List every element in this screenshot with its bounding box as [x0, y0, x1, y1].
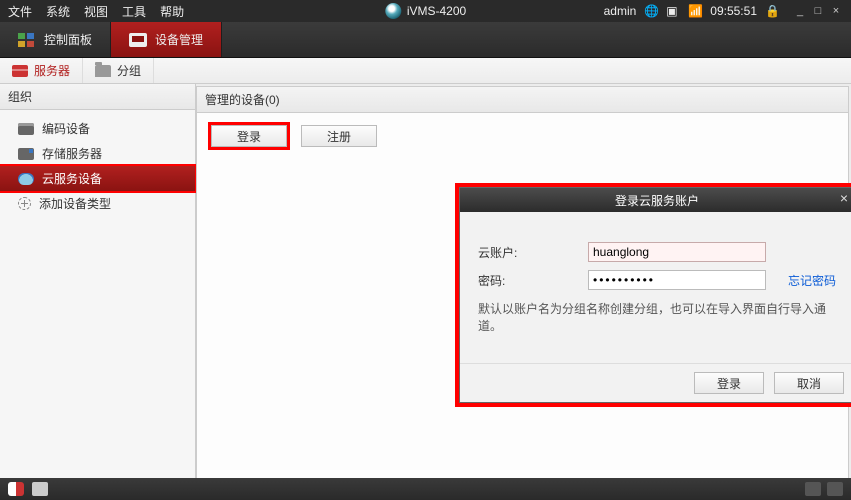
sidebar-item-encoding-device[interactable]: 编码设备: [0, 116, 195, 141]
status-icon-1[interactable]: [805, 482, 821, 496]
dialog-titlebar: 登录云服务账户 ×: [460, 188, 851, 212]
main-panel: 管理的设备(0) 登录 注册 登录云服务账户 × 云账户: 密码:: [196, 86, 849, 498]
tab-label: 设备管理: [155, 31, 203, 48]
app-title: iVMS-4200: [407, 4, 466, 18]
menu-file[interactable]: 文件: [8, 3, 32, 20]
storage-server-icon: [18, 148, 34, 160]
add-icon: [18, 197, 31, 210]
statusbar-right: [805, 482, 843, 496]
menu-help[interactable]: 帮助: [160, 3, 184, 20]
menu-tools[interactable]: 工具: [122, 3, 146, 20]
login-button[interactable]: 登录: [211, 125, 287, 147]
maximize-button[interactable]: □: [811, 4, 825, 18]
sidebar-item-label: 存储服务器: [42, 145, 102, 162]
dialog-close-icon[interactable]: ×: [840, 191, 848, 205]
encoding-device-icon: [18, 123, 34, 135]
alarm-icon[interactable]: [8, 482, 24, 496]
cpu-icon[interactable]: ▣: [666, 4, 680, 18]
menu-view[interactable]: 视图: [84, 3, 108, 20]
app-title-area: iVMS-4200: [385, 3, 466, 19]
sidebar-item-label: 云服务设备: [42, 170, 102, 187]
status-icon-2[interactable]: [827, 482, 843, 496]
password-input[interactable]: [588, 270, 766, 290]
clock: 09:55:51: [710, 4, 757, 18]
subtab-group[interactable]: 分组: [83, 58, 154, 83]
folder-icon: [95, 65, 111, 77]
dialog-highlight: 登录云服务账户 × 云账户: 密码: 忘记密码 默认以账户名为分组名称创建分组，…: [455, 183, 851, 407]
sidebar-item-storage-server[interactable]: 存储服务器: [0, 141, 195, 166]
sidebar-item-label: 编码设备: [42, 120, 90, 137]
user-label: admin: [604, 4, 637, 18]
dialog-hint: 默认以账户名为分组名称创建分组，也可以在导入界面自行导入通道。: [478, 294, 836, 334]
main-header: 管理的设备(0): [197, 87, 848, 113]
register-button[interactable]: 注册: [301, 125, 377, 147]
dashboard-icon: [18, 33, 36, 47]
tab-device-management[interactable]: 设备管理: [111, 22, 222, 57]
content: 组织 编码设备 存储服务器 云服务设备 添加设备类型 管理的设备(0) 登录: [0, 84, 851, 500]
sidebar: 组织 编码设备 存储服务器 云服务设备 添加设备类型: [0, 84, 196, 500]
tab-control-panel[interactable]: 控制面板: [0, 22, 111, 57]
button-row: 登录 注册: [197, 113, 848, 159]
globe-icon[interactable]: 🌐: [644, 4, 658, 18]
menubar: 文件 系统 视图 工具 帮助 iVMS-4200 admin 🌐 ▣ 📶 09:…: [0, 0, 851, 22]
dialog-login-button[interactable]: 登录: [694, 372, 764, 394]
motion-icon[interactable]: [32, 482, 48, 496]
minimize-button[interactable]: _: [793, 4, 807, 18]
sidebar-item-label: 添加设备类型: [39, 195, 111, 212]
sidebar-nav: 编码设备 存储服务器 云服务设备 添加设备类型: [0, 110, 195, 216]
login-dialog: 登录云服务账户 × 云账户: 密码: 忘记密码 默认以账户名为分组名称创建分组，…: [459, 187, 851, 403]
server-icon: [12, 65, 28, 77]
dialog-body: 云账户: 密码: 忘记密码 默认以账户名为分组名称创建分组，也可以在导入界面自行…: [460, 212, 851, 363]
app-logo-icon: [385, 3, 401, 19]
sidebar-item-cloud-device[interactable]: 云服务设备: [0, 164, 197, 193]
close-button[interactable]: ×: [829, 4, 843, 18]
cloud-device-icon: [18, 173, 34, 185]
dialog-title: 登录云服务账户: [615, 192, 699, 209]
account-label: 云账户:: [478, 244, 588, 261]
sub-tabbar: 服务器 分组: [0, 58, 851, 84]
statusbar: [0, 478, 851, 500]
lock-icon[interactable]: 🔒: [765, 4, 779, 18]
password-label: 密码:: [478, 272, 588, 289]
tab-label: 控制面板: [44, 31, 92, 48]
main-tabbar: 控制面板 设备管理: [0, 22, 851, 58]
dialog-cancel-button[interactable]: 取消: [774, 372, 844, 394]
subtab-label: 分组: [117, 62, 141, 79]
device-icon[interactable]: 📶: [688, 4, 702, 18]
menubar-right: admin 🌐 ▣ 📶 09:55:51 🔒 _ □ ×: [604, 4, 843, 18]
sidebar-item-add-device-type[interactable]: 添加设备类型: [0, 191, 195, 216]
sidebar-title: 组织: [0, 84, 195, 110]
dialog-footer: 登录 取消: [460, 363, 851, 402]
subtab-label: 服务器: [34, 62, 70, 79]
menu-system[interactable]: 系统: [46, 3, 70, 20]
device-mgmt-icon: [129, 33, 147, 47]
forgot-password-link[interactable]: 忘记密码: [788, 272, 836, 289]
window-buttons: _ □ ×: [793, 4, 843, 18]
menubar-left: 文件 系统 视图 工具 帮助: [8, 3, 184, 20]
subtab-server[interactable]: 服务器: [0, 58, 83, 83]
account-input[interactable]: [588, 242, 766, 262]
